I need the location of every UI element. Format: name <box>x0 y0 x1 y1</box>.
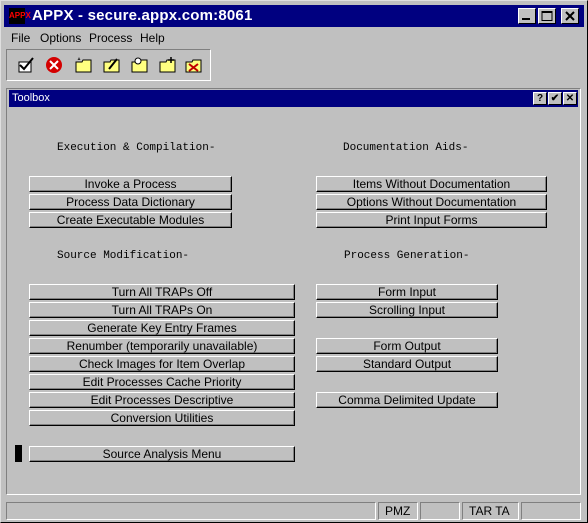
form-input-button[interactable]: Form Input <box>316 284 498 300</box>
generate-key-entry-frames-button[interactable]: Generate Key Entry Frames <box>29 320 295 336</box>
options-without-documentation-button[interactable]: Options Without Documentation <box>316 194 547 210</box>
folder-edit-icon[interactable] <box>103 56 121 74</box>
ok-button[interactable]: ✔ <box>548 92 562 105</box>
app-window: APPX APPX - secure.appx.com:8061 File Op… <box>0 0 588 523</box>
toolbox-close-button[interactable]: ✕ <box>563 92 577 105</box>
folder-delete-icon[interactable] <box>185 56 203 74</box>
check-icon[interactable] <box>17 56 35 74</box>
maximize-button[interactable] <box>538 8 556 24</box>
check-images-overlap-button[interactable]: Check Images for Item Overlap <box>29 356 295 372</box>
menu-process[interactable]: Process <box>89 31 132 45</box>
turn-traps-off-button[interactable]: Turn All TRAPs Off <box>29 284 295 300</box>
invoke-process-button[interactable]: Invoke a Process <box>29 176 232 192</box>
maximize-icon <box>541 11 553 21</box>
status-segment-5 <box>521 502 581 520</box>
help-button[interactable]: ? <box>533 92 547 105</box>
folder-add-icon[interactable] <box>159 56 177 74</box>
create-executable-modules-button[interactable]: Create Executable Modules <box>29 212 232 228</box>
section-source: Source Modification- <box>57 250 190 262</box>
status-segment-1 <box>6 502 376 520</box>
close-icon <box>565 11 575 21</box>
text-cursor <box>15 445 22 462</box>
conversion-utilities-button[interactable]: Conversion Utilities <box>29 410 295 426</box>
toolbox-title-bar: Toolbox ? ✔ ✕ <box>9 90 578 107</box>
print-input-forms-button[interactable]: Print Input Forms <box>316 212 547 228</box>
stop-icon[interactable] <box>45 56 63 74</box>
renumber-button[interactable]: Renumber (temporarily unavailable) <box>29 338 295 354</box>
scrolling-input-button[interactable]: Scrolling Input <box>316 302 498 318</box>
menu-help[interactable]: Help <box>140 31 165 45</box>
section-generation: Process Generation- <box>344 250 470 262</box>
folder-search-icon[interactable] <box>131 56 149 74</box>
toolbox-title: Toolbox <box>12 92 50 104</box>
menu-bar: File Options Process Help <box>4 29 584 47</box>
standard-output-button[interactable]: Standard Output <box>316 356 498 372</box>
window-title: APPX - secure.appx.com:8061 <box>32 7 253 24</box>
close-button[interactable] <box>561 8 579 24</box>
process-data-dictionary-button[interactable]: Process Data Dictionary <box>29 194 232 210</box>
edit-processes-descriptive-button[interactable]: Edit Processes Descriptive <box>29 392 295 408</box>
folder-star-icon[interactable] <box>75 56 93 74</box>
app-logo: APPX <box>9 8 31 24</box>
status-segment-3 <box>420 502 460 520</box>
status-segment-2: PMZ <box>378 502 418 520</box>
form-output-button[interactable]: Form Output <box>316 338 498 354</box>
menu-file[interactable]: File <box>11 31 30 45</box>
items-without-documentation-button[interactable]: Items Without Documentation <box>316 176 547 192</box>
source-analysis-menu-button[interactable]: Source Analysis Menu <box>29 446 295 462</box>
title-bar: APPX APPX - secure.appx.com:8061 <box>4 5 584 27</box>
toolbar <box>6 49 211 81</box>
minimize-button[interactable] <box>518 8 536 24</box>
status-segment-4: TAR TA <box>462 502 519 520</box>
menu-options[interactable]: Options <box>40 31 81 45</box>
edit-cache-priority-button[interactable]: Edit Processes Cache Priority <box>29 374 295 390</box>
comma-delimited-update-button[interactable]: Comma Delimited Update <box>316 392 498 408</box>
minimize-icon <box>522 18 530 20</box>
turn-traps-on-button[interactable]: Turn All TRAPs On <box>29 302 295 318</box>
section-execution: Execution & Compilation- <box>57 142 216 154</box>
section-documentation: Documentation Aids- <box>343 142 469 154</box>
